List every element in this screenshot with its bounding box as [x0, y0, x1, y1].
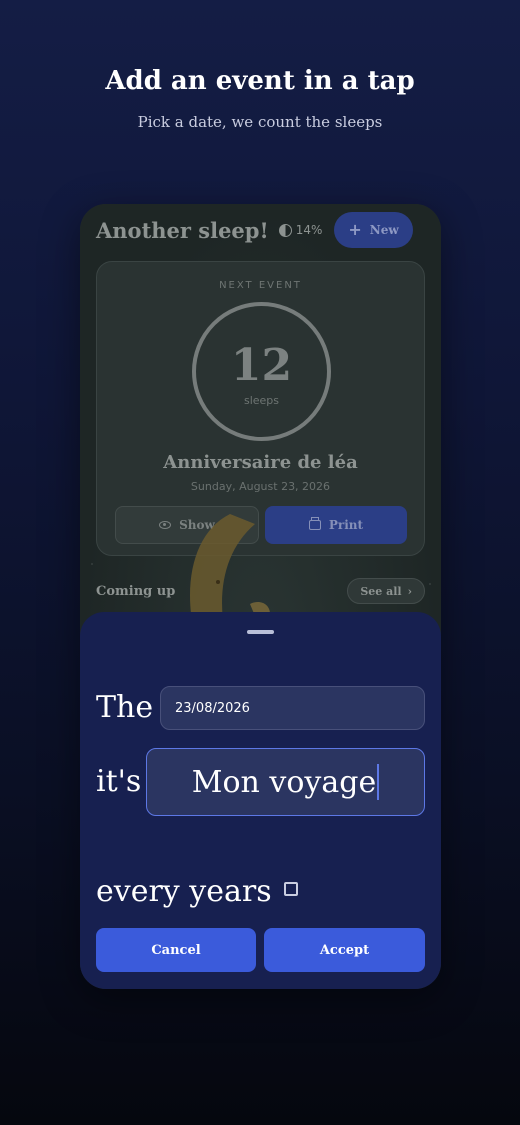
- countdown-ring: 12 sleeps: [192, 302, 331, 441]
- sleeps-unit: sleeps: [243, 394, 280, 407]
- new-event-button[interactable]: + New: [334, 212, 413, 248]
- add-event-sheet: The 23/08/2026 it's Mon voyage every yea…: [80, 612, 441, 989]
- progress-value: 14%: [295, 223, 323, 237]
- repeat-yearly-checkbox[interactable]: [284, 882, 298, 896]
- phone-frame: Another sleep! 14% + New NEXT EVENT 12 s…: [80, 204, 441, 989]
- chevron-right-icon: ›: [407, 584, 412, 598]
- accept-button[interactable]: Accept: [264, 928, 425, 972]
- repeat-label: every years: [96, 874, 272, 909]
- plus-icon: +: [348, 220, 362, 239]
- date-input[interactable]: 23/08/2026: [160, 686, 425, 730]
- print-button[interactable]: Print: [265, 506, 407, 544]
- date-input-value: 23/08/2026: [175, 700, 250, 716]
- print-button-label: Print: [328, 518, 364, 532]
- event-name-input[interactable]: Mon voyage: [146, 748, 425, 816]
- printer-icon: [308, 517, 321, 530]
- event-name-input-value: Mon voyage: [191, 764, 377, 800]
- promo-title: Add an event in a tap: [105, 66, 415, 96]
- sheet-drag-handle[interactable]: [247, 630, 274, 634]
- promo-subtitle: Pick a date, we count the sleeps: [137, 113, 383, 131]
- see-all-label: See all: [360, 584, 402, 598]
- event-name: Anniversaire de léa: [163, 452, 358, 473]
- date-row-label: The: [96, 690, 154, 725]
- new-button-label: New: [369, 223, 399, 237]
- name-row-label: it's: [96, 764, 142, 799]
- cancel-button-label: Cancel: [151, 942, 201, 958]
- coming-up-heading: Coming up: [96, 584, 176, 599]
- sleeps-count: 12: [230, 340, 293, 391]
- app-title: Another sleep!: [96, 217, 269, 243]
- cancel-button[interactable]: Cancel: [96, 928, 256, 972]
- event-date: Sunday, August 23, 2026: [190, 480, 331, 493]
- see-all-button[interactable]: See all ›: [347, 578, 425, 604]
- text-caret: [377, 764, 380, 800]
- accept-button-label: Accept: [319, 942, 370, 958]
- progress-indicator: 14%: [278, 223, 323, 237]
- app-header: Another sleep! 14% + New: [96, 210, 425, 250]
- next-event-label: NEXT EVENT: [219, 280, 302, 291]
- moon-phase-icon: [278, 223, 292, 237]
